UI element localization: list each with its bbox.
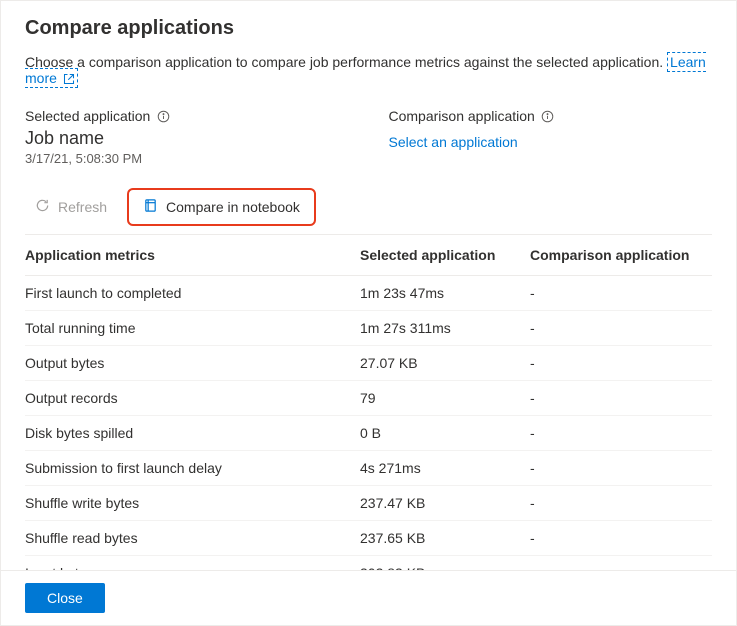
external-link-icon [63,72,75,88]
selected-label-text: Selected application [25,108,150,124]
refresh-button: Refresh [25,192,117,222]
selected-application-label: Selected application [25,108,349,124]
metric-selected: 27.07 KB [360,355,530,371]
col-comparison: Comparison application [530,247,712,263]
metric-comparison: - [530,460,712,476]
table-header: Application metrics Selected application… [25,235,712,276]
refresh-label: Refresh [58,199,107,215]
info-icon[interactable] [156,109,170,123]
metric-name: Output bytes [25,355,360,371]
job-timestamp: 3/17/21, 5:08:30 PM [25,151,349,166]
metric-selected: 237.47 KB [360,495,530,511]
job-name: Job name [25,128,349,149]
metric-comparison: - [530,530,712,546]
metric-selected: 79 [360,390,530,406]
comparison-application-label: Comparison application [389,108,713,124]
table-row: Shuffle read bytes237.65 KB- [25,521,712,556]
table-row: Total running time1m 27s 311ms- [25,311,712,346]
metric-comparison: - [530,320,712,336]
metric-name: Shuffle write bytes [25,495,360,511]
comparison-application-section: Comparison application Select an applica… [389,108,713,180]
refresh-icon [35,198,50,216]
toolbar: Refresh Compare in notebook [25,188,712,235]
metric-selected: 237.65 KB [360,530,530,546]
table-row: Disk bytes spilled0 B- [25,416,712,451]
table-row: Output records79- [25,381,712,416]
selected-application-section: Selected application Job name 3/17/21, 5… [25,108,349,180]
metric-selected: 4s 271ms [360,460,530,476]
page-description: Choose a comparison application to compa… [25,54,712,88]
footer: Close [1,570,736,625]
metric-name: Disk bytes spilled [25,425,360,441]
table-row: Shuffle write bytes237.47 KB- [25,486,712,521]
table-body: First launch to completed1m 23s 47ms-Tot… [25,276,712,591]
metric-comparison: - [530,285,712,301]
metric-comparison: - [530,495,712,511]
table-row: Submission to first launch delay4s 271ms… [25,451,712,486]
compare-in-notebook-button[interactable]: Compare in notebook [127,188,316,226]
table-row: First launch to completed1m 23s 47ms- [25,276,712,311]
metric-name: Submission to first launch delay [25,460,360,476]
comparison-label-text: Comparison application [389,108,535,124]
metrics-table: Application metrics Selected application… [25,235,712,591]
compare-notebook-label: Compare in notebook [166,199,300,215]
page-title: Compare applications [25,17,712,40]
metric-name: Shuffle read bytes [25,530,360,546]
metric-name: First launch to completed [25,285,360,301]
metric-selected: 0 B [360,425,530,441]
metric-selected: 1m 23s 47ms [360,285,530,301]
metric-comparison: - [530,390,712,406]
close-button[interactable]: Close [25,583,105,613]
select-application-link[interactable]: Select an application [389,134,518,150]
notebook-icon [143,198,158,216]
metric-name: Output records [25,390,360,406]
metric-comparison: - [530,425,712,441]
info-icon[interactable] [541,109,555,123]
col-metrics: Application metrics [25,247,360,263]
metric-selected: 1m 27s 311ms [360,320,530,336]
col-selected: Selected application [360,247,530,263]
table-row: Output bytes27.07 KB- [25,346,712,381]
metric-comparison: - [530,355,712,371]
metric-name: Total running time [25,320,360,336]
description-text: Choose a comparison application to compa… [25,54,663,70]
